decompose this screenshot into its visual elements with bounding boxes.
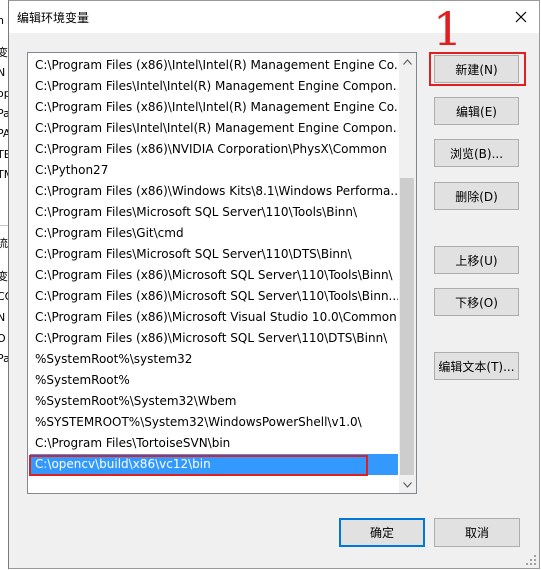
path-list-items: C:\Program Files (x86)\Intel\Intel(R) Ma… — [30, 55, 398, 475]
list-item[interactable]: C:\Program Files\Intel\Intel(R) Manageme… — [30, 118, 398, 139]
list-item[interactable]: %SYSTEMROOT%\System32\WindowsPowerShell\… — [30, 412, 398, 433]
list-item[interactable]: C:\Program Files (x86)\Microsoft Visual … — [30, 307, 398, 328]
scroll-down-button[interactable] — [399, 476, 416, 493]
browse-button[interactable]: 浏览(B)... — [434, 139, 519, 167]
list-item[interactable]: C:\Program Files (x86)\Intel\Intel(R) Ma… — [30, 97, 398, 118]
list-item[interactable]: %SystemRoot% — [30, 370, 398, 391]
resize-grip-icon[interactable] — [525, 554, 537, 566]
new-button[interactable]: 新建(N) — [434, 55, 519, 83]
list-item[interactable]: C:\Python27 — [30, 160, 398, 181]
list-item[interactable]: %SystemRoot%\System32\Wbem — [30, 391, 398, 412]
close-button[interactable] — [509, 5, 533, 29]
path-list[interactable]: C:\Program Files (x86)\Intel\Intel(R) Ma… — [27, 52, 417, 494]
bg-fragment: O — [0, 332, 6, 345]
list-item[interactable]: C:\Program Files (x86)\Microsoft SQL Ser… — [30, 328, 398, 349]
delete-button[interactable]: 删除(D) — [434, 182, 519, 210]
bg-fragment: 流 — [0, 235, 8, 251]
scroll-up-button[interactable] — [399, 53, 416, 70]
close-icon — [515, 11, 527, 23]
list-item[interactable]: C:\Program Files\Microsoft SQL Server\11… — [30, 202, 398, 223]
bg-fragment: 变 — [0, 268, 8, 284]
list-item[interactable]: C:\Program Files\TortoiseSVN\bin — [30, 433, 398, 454]
list-item[interactable]: C:\Program Files\Git\cmd — [30, 223, 398, 244]
bg-fragment: 变 — [0, 44, 8, 60]
cancel-button[interactable]: 取消 — [434, 518, 520, 547]
dialog-title: 编辑环境变量 — [17, 11, 90, 25]
scroll-thumb[interactable] — [400, 178, 414, 475]
list-item[interactable]: C:\Program Files (x86)\Intel\Intel(R) Ma… — [30, 55, 398, 76]
chevron-down-icon — [403, 481, 412, 488]
edit-text-button[interactable]: 编辑文本(T)... — [434, 352, 519, 380]
list-item[interactable]: C:\Program Files (x86)\NVIDIA Corporatio… — [30, 139, 398, 160]
bg-fragment: n — [0, 14, 4, 27]
bg-fragment: N — [0, 311, 5, 324]
list-item[interactable]: C:\Program Files (x86)\Microsoft SQL Ser… — [30, 286, 398, 307]
list-item[interactable]: C:\Program Files (x86)\Microsoft SQL Ser… — [30, 265, 398, 286]
bg-fragment: N — [0, 66, 5, 79]
edit-button[interactable]: 编辑(E) — [434, 97, 519, 125]
chevron-up-icon — [403, 58, 412, 65]
list-item[interactable]: C:\Program Files\Microsoft SQL Server\11… — [30, 244, 398, 265]
move-up-button[interactable]: 上移(U) — [434, 246, 519, 274]
list-item-selected[interactable]: C:\opencv\build\x86\vc12\bin — [30, 454, 398, 475]
list-item[interactable]: %SystemRoot%\system32 — [30, 349, 398, 370]
list-scrollbar[interactable] — [399, 53, 416, 493]
move-down-button[interactable]: 下移(O) — [434, 288, 519, 316]
edit-env-var-dialog: 编辑环境变量 1 C:\Program Files (x86)\Intel\In… — [8, 0, 540, 569]
list-item[interactable]: C:\Program Files\Intel\Intel(R) Manageme… — [30, 76, 398, 97]
annotation-step-number: 1 — [433, 2, 463, 56]
ok-button[interactable]: 确定 — [339, 518, 425, 547]
list-item[interactable]: C:\Program Files (x86)\Windows Kits\8.1\… — [30, 181, 398, 202]
